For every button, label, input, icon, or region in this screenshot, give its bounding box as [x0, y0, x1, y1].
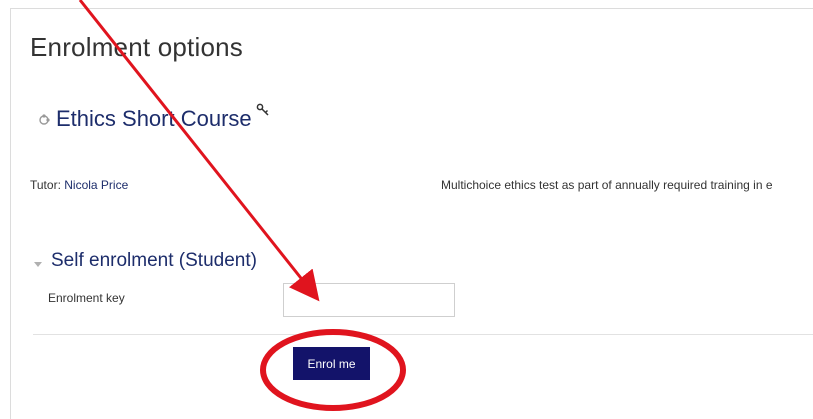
form-divider [33, 334, 813, 335]
course-name-link[interactable]: Ethics Short Course [56, 106, 252, 132]
tutor-name-link[interactable]: Nicola Price [64, 178, 128, 192]
course-puzzle-icon [38, 113, 50, 125]
self-enrolment-section-header[interactable]: Self enrolment (Student) [33, 250, 257, 272]
enrolment-key-input[interactable] [283, 283, 455, 317]
key-icon [256, 103, 270, 117]
section-title: Self enrolment (Student) [51, 250, 257, 271]
course-header: Ethics Short Course [38, 103, 270, 132]
page-title: Enrolment options [30, 32, 243, 62]
enrol-me-button[interactable]: Enrol me [293, 347, 370, 380]
enrolment-key-label: Enrolment key [48, 291, 125, 305]
tutor-label: Tutor: [30, 178, 61, 192]
enrolment-panel [10, 8, 813, 419]
chevron-down-icon[interactable] [33, 256, 43, 267]
tutor-info: Tutor: Nicola Price [30, 178, 128, 192]
course-summary: Multichoice ethics test as part of annua… [441, 178, 773, 192]
